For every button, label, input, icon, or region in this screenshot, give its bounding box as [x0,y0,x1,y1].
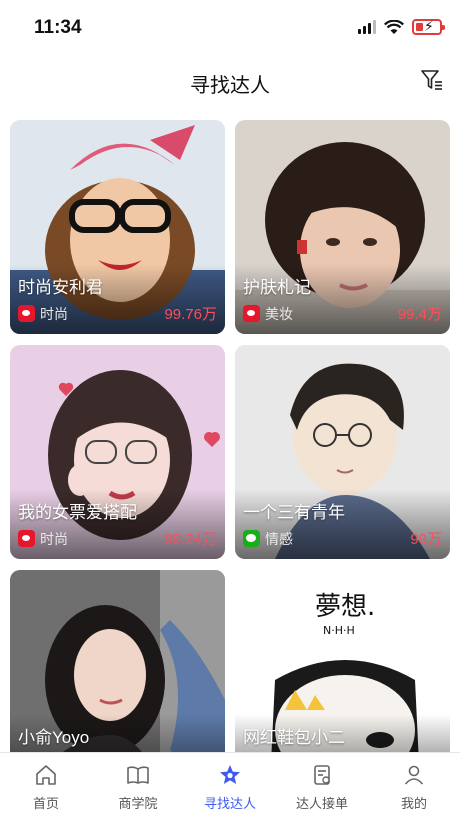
tab-label: 首页 [32,796,59,811]
status-bar: 11:34 ⚡ [0,0,460,56]
wechat-icon [243,530,260,547]
tab-orders[interactable]: 达人接单 [276,753,368,818]
wifi-icon [384,19,404,34]
order-icon [314,765,330,785]
influencer-card[interactable]: 我的女票爱搭配 时尚 99.24万 [10,345,225,559]
weibo-icon [243,305,260,322]
status-icons: ⚡ [358,18,445,35]
signal-icon [358,20,376,34]
influencer-category: 时尚 [40,530,68,547]
influencer-name: 护肤札记 [243,278,311,297]
influencer-name: 时尚安利君 [18,278,103,297]
tab-profile[interactable]: 我的 [368,753,460,818]
svg-text:N·H·H: N·H·H [323,624,355,637]
tab-label: 商学院 [118,796,158,811]
influencer-name: 小俞Yoyo [18,728,90,747]
book-icon [127,766,149,784]
influencer-category: 时尚 [40,305,68,322]
status-time: 11:34 [34,17,82,38]
fans-count: 99.24万 [164,531,217,548]
influencer-meta: 美妆 99.4万 [243,303,442,324]
page-title: 寻找达人 [190,75,270,97]
svg-text:夢想.: 夢想. [315,592,375,622]
influencer-meta: 时尚 99.76万 [18,303,217,324]
nav-bar: 寻找达人 [0,56,460,106]
star-icon [220,765,240,784]
battery-icon: ⚡ [412,18,445,35]
tab-label: 我的 [400,796,427,811]
tab-bar: 首页 商学院 寻找达人 达人接单 我的 [0,752,460,818]
tab-label: 达人接单 [295,796,348,811]
user-icon [404,765,424,785]
weibo-icon [18,305,35,322]
weibo-icon [18,530,35,547]
influencer-card[interactable]: 时尚安利君 时尚 99.76万 [10,120,225,334]
influencer-name: 网红鞋包小二 [243,728,345,747]
influencer-card[interactable]: 护肤札记 美妆 99.4万 [235,120,450,334]
influencer-category: 情感 [265,530,293,547]
influencer-name: 我的女票爱搭配 [18,503,137,522]
influencer-meta: 时尚 99.24万 [18,528,217,549]
influencer-meta: 情感 99万 [243,528,442,549]
filter-icon[interactable] [420,68,444,92]
influencer-name: 一个三有青年 [243,503,345,522]
tab-home[interactable]: 首页 [0,753,92,818]
tab-label: 寻找达人 [203,796,256,811]
tab-business-school[interactable]: 商学院 [92,753,184,818]
fans-count: 99.4万 [397,306,442,323]
home-icon [36,765,56,785]
fans-count: 99.76万 [164,306,217,323]
influencer-card[interactable]: 一个三有青年 情感 99万 [235,345,450,559]
fans-count: 99万 [410,531,442,548]
influencer-category: 美妆 [265,305,293,322]
tab-find-influencer[interactable]: 寻找达人 [184,753,276,818]
